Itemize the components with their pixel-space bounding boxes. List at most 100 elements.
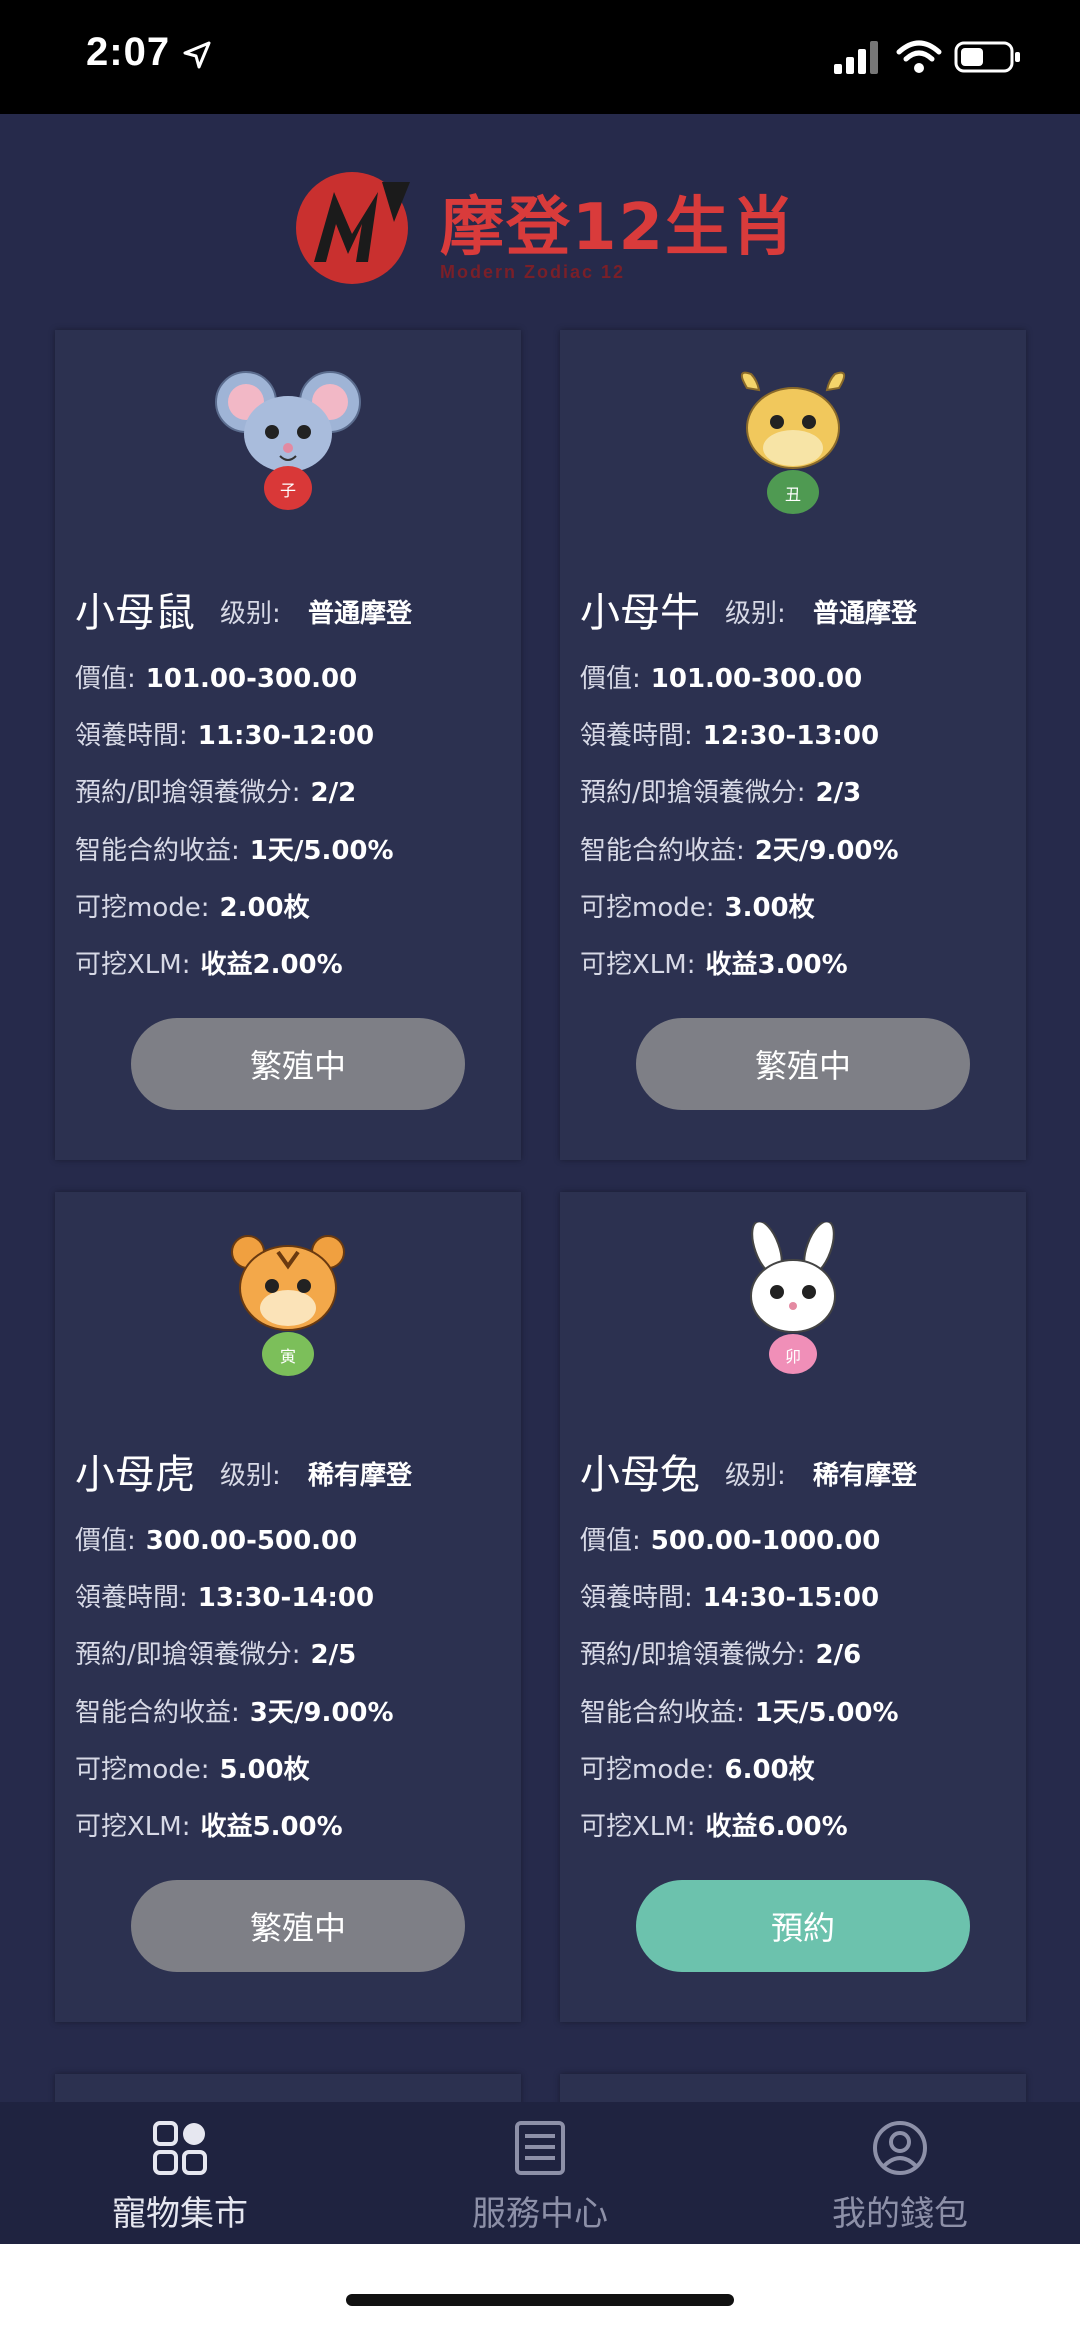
points-row: 預約/即搶領養微分: 2/5 bbox=[75, 1634, 356, 1671]
time-row: 領養時間: 12:30-13:00 bbox=[580, 715, 879, 752]
tab-my-wallet[interactable]: 我的錢包 bbox=[720, 2102, 1080, 2244]
rabbit-mascot-icon: 卯 bbox=[750, 1222, 836, 1374]
status-time: 2:07 bbox=[86, 30, 171, 74]
level-label: 级别: bbox=[725, 1461, 786, 1491]
xlm-label: 可挖XLM: bbox=[580, 950, 696, 980]
ox-mascot-icon: 丑 bbox=[740, 371, 846, 514]
rat-mascot-icon: 子 bbox=[215, 371, 361, 510]
pet-card[interactable]: 卯 小母兔 级别: 稀有摩登 價值: 500.00-1000.00 領養時間: 14… bbox=[560, 1192, 1026, 2022]
points-label: 預約/即搶領養微分: bbox=[75, 1640, 301, 1670]
value-label: 價值: bbox=[75, 1526, 136, 1556]
bottom-tab-bar: 寵物集市 服務中心 我的錢包 bbox=[0, 2102, 1080, 2244]
pet-name: 小母虎 bbox=[75, 1452, 195, 1498]
level-label: 级别: bbox=[220, 599, 281, 629]
mode-value: 3.00枚 bbox=[724, 893, 815, 923]
mode-value: 5.00枚 bbox=[219, 1755, 310, 1785]
status-bar: 2:07 bbox=[0, 0, 1080, 114]
pet-card[interactable]: 子 小母鼠 级别: 普通摩登 價值: 101.00-300.00 領養時間: 11:… bbox=[55, 330, 521, 1160]
svg-text:卯: 卯 bbox=[785, 1347, 801, 1366]
tiger-mascot-icon: 寅 bbox=[231, 1235, 345, 1376]
yield-label: 智能合約收益: bbox=[580, 836, 745, 866]
level-value: 稀有摩登 bbox=[308, 1461, 413, 1491]
yield-label: 智能合約收益: bbox=[75, 836, 240, 866]
points-value: 2/5 bbox=[310, 1640, 357, 1670]
xlm-value: 收益3.00% bbox=[705, 950, 848, 980]
value-label: 價值: bbox=[75, 664, 136, 694]
yield-row: 智能合約收益: 1天/5.00% bbox=[75, 830, 394, 867]
yield-row: 智能合約收益: 2天/9.00% bbox=[580, 830, 899, 867]
value-row: 價值: 500.00-1000.00 bbox=[580, 1520, 880, 1557]
mode-label: 可挖mode: bbox=[580, 1755, 715, 1785]
yield-value: 3天/9.00% bbox=[249, 1698, 394, 1728]
xlm-label: 可挖XLM: bbox=[580, 1812, 696, 1842]
document-icon bbox=[515, 2121, 565, 2175]
time-row: 領養時間: 14:30-15:00 bbox=[580, 1577, 879, 1614]
points-row: 預約/即搶領養微分: 2/3 bbox=[580, 772, 861, 809]
value-amount: 101.00-300.00 bbox=[650, 664, 863, 694]
home-indicator[interactable] bbox=[346, 2294, 734, 2306]
battery-icon bbox=[954, 41, 1020, 73]
tab-label: 我的錢包 bbox=[832, 2194, 968, 2234]
yield-row: 智能合約收益: 3天/9.00% bbox=[75, 1692, 394, 1729]
yield-value: 2天/9.00% bbox=[754, 836, 899, 866]
time-row: 領養時間: 11:30-12:00 bbox=[75, 715, 374, 752]
time-row: 領養時間: 13:30-14:00 bbox=[75, 1577, 374, 1614]
tab-service-center[interactable]: 服務中心 bbox=[360, 2102, 720, 2244]
pet-card[interactable]: 丑 小母牛 级别: 普通摩登 價值: 101.00-300.00 領養時間: 12:… bbox=[560, 330, 1026, 1160]
xlm-value: 收益5.00% bbox=[200, 1812, 343, 1842]
level-value: 稀有摩登 bbox=[813, 1461, 918, 1491]
points-value: 2/3 bbox=[815, 778, 862, 808]
xlm-row: 可挖XLM: 收益3.00% bbox=[580, 944, 848, 981]
wifi-icon bbox=[896, 40, 942, 73]
value-label: 價值: bbox=[580, 1526, 641, 1556]
mode-value: 6.00枚 bbox=[724, 1755, 815, 1785]
level-value: 普通摩登 bbox=[308, 599, 413, 629]
xlm-label: 可挖XLM: bbox=[75, 1812, 191, 1842]
time-value: 13:30-14:00 bbox=[197, 1583, 375, 1613]
xlm-row: 可挖XLM: 收益6.00% bbox=[580, 1806, 848, 1843]
mode-label: 可挖mode: bbox=[580, 893, 715, 923]
tab-label: 寵物集市 bbox=[112, 2194, 248, 2234]
points-value: 2/2 bbox=[310, 778, 357, 808]
points-label: 預約/即搶領養微分: bbox=[580, 778, 806, 808]
pet-name: 小母牛 bbox=[580, 590, 700, 636]
time-value: 14:30-15:00 bbox=[702, 1583, 880, 1613]
value-row: 價值: 300.00-500.00 bbox=[75, 1520, 357, 1557]
mode-row: 可挖mode: 6.00枚 bbox=[580, 1749, 815, 1786]
yield-row: 智能合約收益: 1天/5.00% bbox=[580, 1692, 899, 1729]
time-value: 12:30-13:00 bbox=[702, 721, 880, 751]
points-label: 預約/即搶領養微分: bbox=[580, 1640, 806, 1670]
tab-pet-market[interactable]: 寵物集市 bbox=[0, 2102, 360, 2244]
pet-card[interactable]: 寅 小母虎 级别: 稀有摩登 價值: 300.00-500.00 領養時間: 13:… bbox=[55, 1192, 521, 2022]
breeding-button[interactable]: 繁殖中 bbox=[636, 1018, 970, 1110]
time-value: 11:30-12:00 bbox=[197, 721, 375, 751]
reserve-button[interactable]: 預約 bbox=[636, 1880, 970, 1972]
points-row: 預約/即搶領養微分: 2/6 bbox=[580, 1634, 861, 1671]
breeding-button[interactable]: 繁殖中 bbox=[131, 1880, 465, 1972]
level-label: 级别: bbox=[725, 599, 786, 629]
points-value: 2/6 bbox=[815, 1640, 862, 1670]
yield-label: 智能合約收益: bbox=[580, 1698, 745, 1728]
tab-label: 服務中心 bbox=[472, 2194, 608, 2234]
points-row: 預約/即搶領養微分: 2/2 bbox=[75, 772, 356, 809]
level-label: 级别: bbox=[220, 1461, 281, 1491]
xlm-row: 可挖XLM: 收益5.00% bbox=[75, 1806, 343, 1843]
svg-text:子: 子 bbox=[280, 481, 296, 500]
pet-name: 小母鼠 bbox=[75, 590, 195, 636]
xlm-row: 可挖XLM: 收益2.00% bbox=[75, 944, 343, 981]
value-amount: 300.00-500.00 bbox=[145, 1526, 358, 1556]
value-row: 價值: 101.00-300.00 bbox=[75, 658, 357, 695]
time-label: 領養時間: bbox=[75, 721, 188, 751]
brand-title: 摩登12生肖 bbox=[440, 191, 798, 265]
svg-text:丑: 丑 bbox=[785, 485, 801, 504]
breeding-button[interactable]: 繁殖中 bbox=[131, 1018, 465, 1110]
points-label: 預約/即搶領養微分: bbox=[75, 778, 301, 808]
yield-label: 智能合約收益: bbox=[75, 1698, 240, 1728]
mode-row: 可挖mode: 3.00枚 bbox=[580, 887, 815, 924]
xlm-value: 收益6.00% bbox=[705, 1812, 848, 1842]
pet-name: 小母兔 bbox=[580, 1452, 700, 1498]
time-label: 領養時間: bbox=[580, 721, 693, 751]
mode-value: 2.00枚 bbox=[219, 893, 310, 923]
time-label: 領養時間: bbox=[75, 1583, 188, 1613]
mode-row: 可挖mode: 2.00枚 bbox=[75, 887, 310, 924]
